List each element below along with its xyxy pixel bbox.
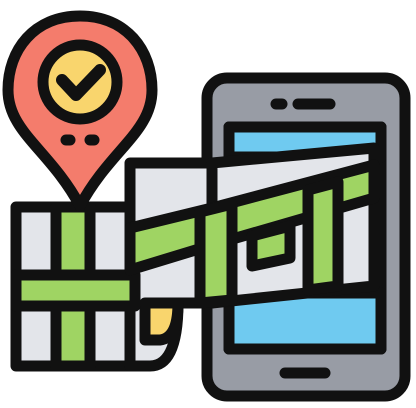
map-navigation-illustration: [0, 0, 416, 408]
map-navigation-icon: [2, 10, 411, 402]
